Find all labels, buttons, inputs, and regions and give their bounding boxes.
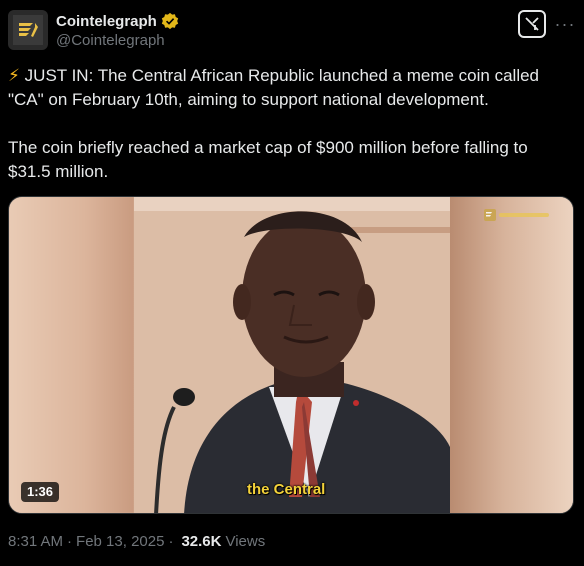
post-time[interactable]: 8:31 AM — [8, 533, 63, 550]
meta-separator: · — [168, 533, 174, 550]
post-date[interactable]: Feb 13, 2025 — [76, 533, 164, 550]
post-paragraph-2: The coin briefly reached a market cap of… — [8, 138, 528, 181]
video-caption: the Central — [247, 481, 326, 498]
views-label: Views — [225, 533, 266, 550]
post-paragraph-1: ⚡ JUST IN: The Central African Republic … — [8, 64, 570, 112]
video-duration: 1:36 — [21, 482, 60, 502]
video-player[interactable]: the Central 1:36 — [8, 196, 574, 514]
meta-separator: · — [67, 533, 73, 550]
cointelegraph-logo-icon — [13, 15, 43, 45]
post-text: ⚡ JUST IN: The Central African Republic … — [8, 64, 570, 184]
author-name[interactable]: Cointelegraph — [56, 13, 157, 30]
watermark-logo-icon — [484, 209, 496, 221]
video-blur-left — [9, 197, 134, 513]
grok-glyph-icon — [525, 17, 539, 31]
verified-badge-icon — [161, 12, 179, 30]
post-line-1: JUST IN: The Central African Republic la… — [8, 66, 540, 109]
post-metadata: 8:31 AM · Feb 13, 2025 · 32.6K Views — [8, 533, 265, 550]
post-header: Cointelegraph @Cointelegraph ··· — [8, 8, 576, 52]
more-icon[interactable]: ··· — [554, 10, 576, 38]
video-watermark — [484, 209, 549, 221]
video-blur-right — [448, 197, 573, 513]
views-count[interactable]: 32.6K — [181, 533, 221, 550]
grok-icon[interactable] — [518, 10, 546, 38]
author-handle[interactable]: @Cointelegraph — [56, 32, 165, 49]
lightning-emoji: ⚡ — [8, 66, 20, 85]
avatar[interactable] — [8, 10, 48, 50]
video-frame — [134, 197, 450, 513]
video-still-image — [134, 197, 450, 513]
